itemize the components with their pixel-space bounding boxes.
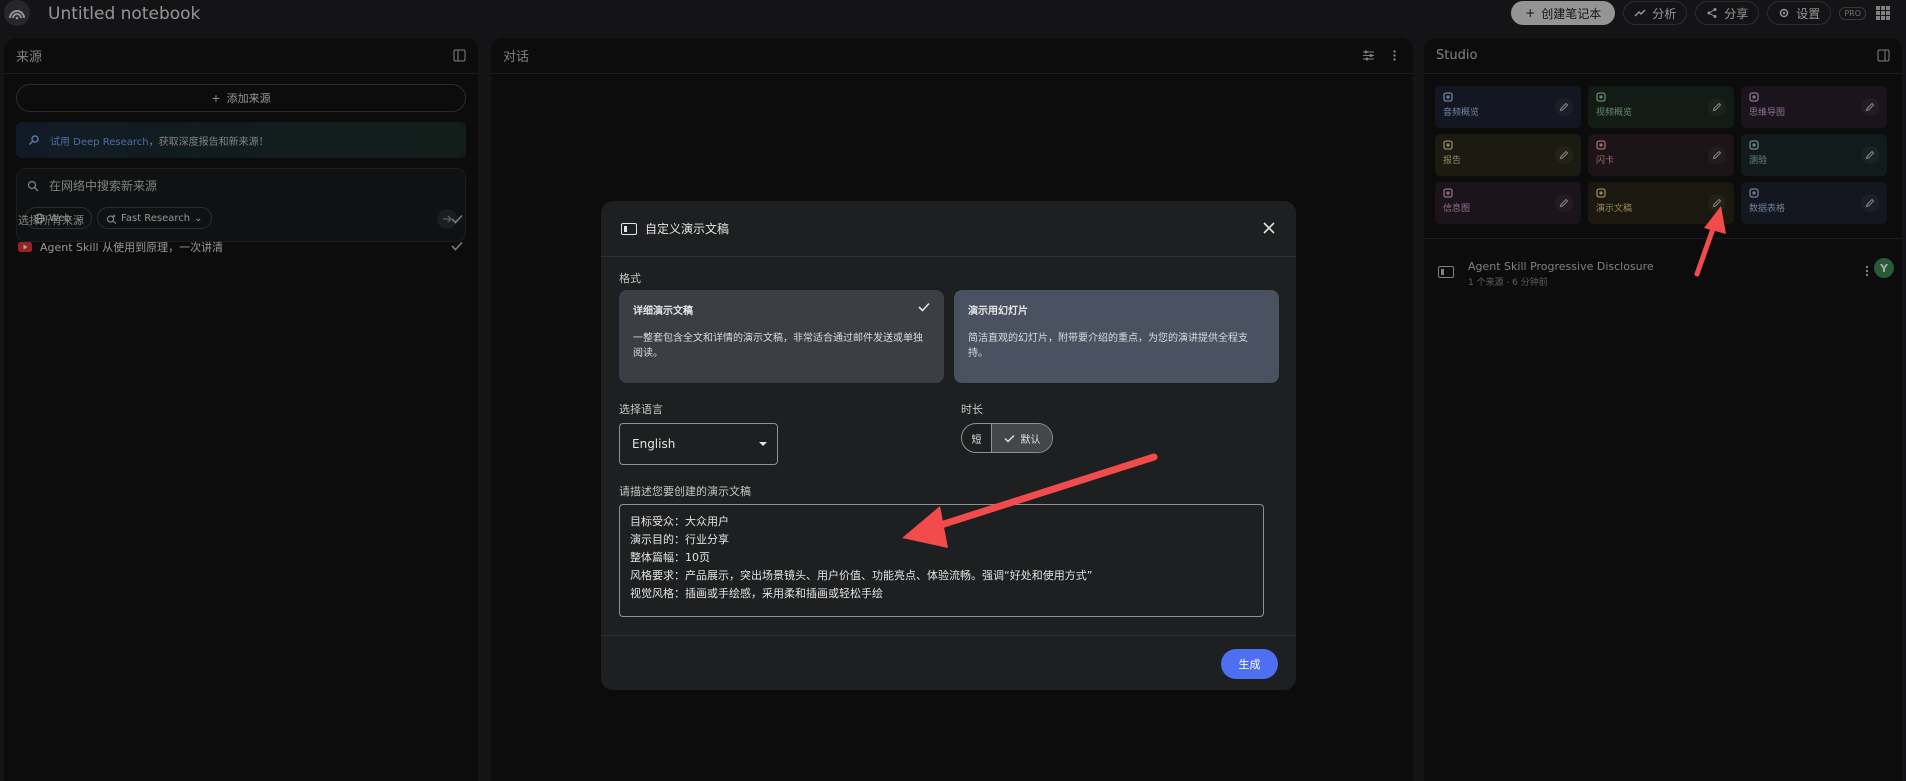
format-option-title: 演示用幻灯片 [968,306,1028,317]
description-line: 风格要求：产品展示，突出场景镜头、用户价值、功能亮点、体验流畅。强调“好处和使用… [630,569,1093,582]
description-textarea[interactable]: 目标受众：大众用户 演示目的：行业分享 整体篇幅：10页 风格要求：产品展示，突… [619,504,1264,617]
format-label: 格式 [619,272,641,285]
duration-label: 时长 [961,403,983,416]
description-line: 演示目的：行业分享 [630,533,729,546]
format-option-detailed[interactable]: 详细演示文稿 一整套包含全文和详情的演示文稿，非常适合通过邮件发送或单独阅读。 [619,290,944,383]
check-icon [918,302,930,312]
description-line: 视觉风格：插画或手绘感，采用柔和插画或轻松手绘 [630,587,883,600]
format-option-title: 详细演示文稿 [633,306,693,317]
check-icon [1004,434,1014,442]
generate-button[interactable]: 生成 [1221,649,1278,679]
description-line: 整体篇幅：10页 [630,551,710,564]
language-select[interactable]: English [619,423,778,465]
format-option-desc: 一整套包含全文和详情的演示文稿，非常适合通过邮件发送或单独阅读。 [633,333,923,359]
description-line: 目标受众：大众用户 [630,515,729,528]
duration-default-label: 默认 [1020,434,1041,446]
dialog-footer-divider [601,635,1296,636]
duration-default-option[interactable]: 默认 [992,424,1052,452]
customize-slides-dialog: 自定义演示文稿 格式 详细演示文稿 一整套包含全文和详情的演示文稿，非常适合通过… [601,201,1296,690]
describe-label: 请描述您要创建的演示文稿 [619,485,751,498]
dropdown-caret-icon [759,442,767,446]
language-value: English [632,437,676,451]
duration-toggle: 短 默认 [961,423,1053,453]
language-label: 选择语言 [619,403,663,416]
dialog-header: 自定义演示文稿 [601,201,1296,257]
close-icon[interactable] [1262,221,1276,235]
duration-short-option[interactable]: 短 [962,424,992,452]
format-option-desc: 简洁直观的幻灯片，附带要介绍的重点，为您的演讲提供全程支持。 [968,333,1248,359]
dialog-title: 自定义演示文稿 [645,222,730,236]
format-option-presenter[interactable]: 演示用幻灯片 简洁直观的幻灯片，附带要介绍的重点，为您的演讲提供全程支持。 [954,290,1279,383]
slides-icon [621,222,637,235]
